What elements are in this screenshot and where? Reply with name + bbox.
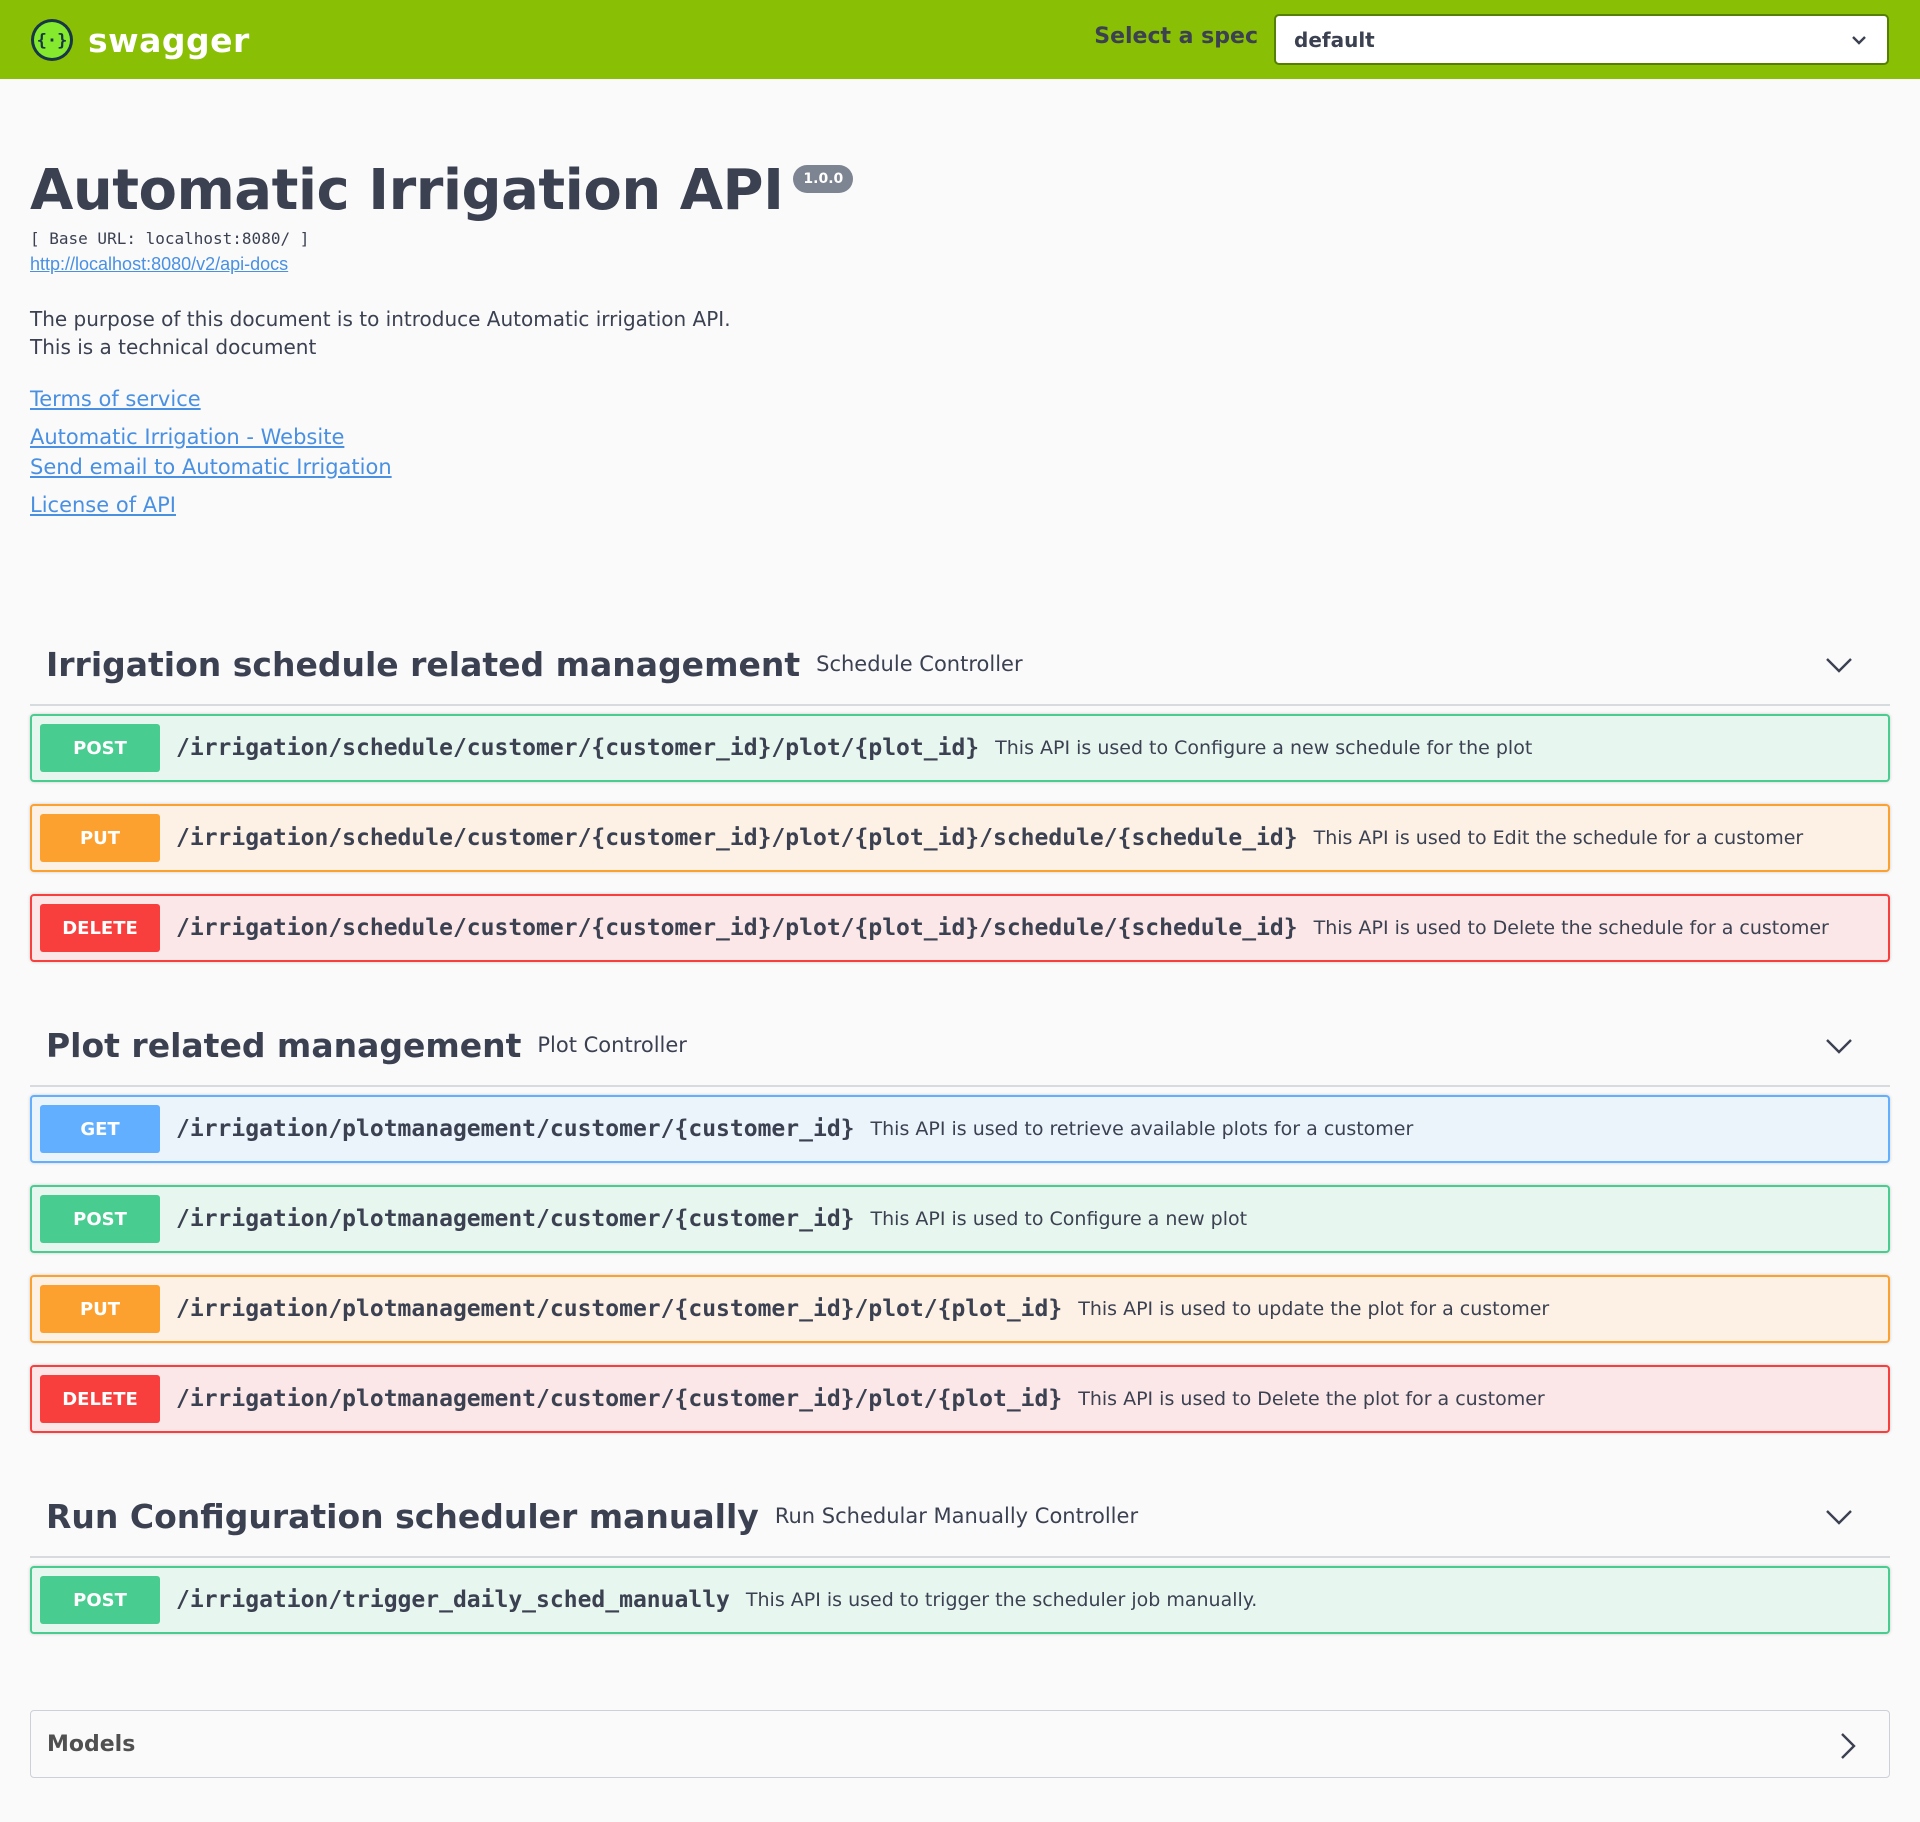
page-title: Automatic Irrigation API xyxy=(30,158,784,223)
operation-path: /irrigation/trigger_daily_sched_manually xyxy=(176,1587,730,1613)
operation-summary: This API is used to Delete the schedule … xyxy=(1313,917,1829,939)
operation-summary: This API is used to Configure a new sche… xyxy=(995,737,1533,759)
tag-header[interactable]: Run Configuration scheduler manually Run… xyxy=(30,1476,1890,1558)
method-badge: DELETE xyxy=(40,904,160,952)
brand-link[interactable]: {·} swagger xyxy=(30,18,250,62)
tag-section-schedule: Irrigation schedule related management S… xyxy=(30,624,1890,984)
info-links: Terms of service Automatic Irrigation - … xyxy=(30,387,1890,517)
tag-header[interactable]: Irrigation schedule related management S… xyxy=(30,624,1890,706)
method-badge: GET xyxy=(40,1105,160,1153)
method-badge: POST xyxy=(40,1195,160,1243)
operation-row[interactable]: PUT /irrigation/schedule/customer/{custo… xyxy=(30,804,1890,872)
spec-select-value: default xyxy=(1294,27,1375,52)
tag-description: Schedule Controller xyxy=(816,652,1023,676)
method-badge: POST xyxy=(40,1576,160,1624)
models-section[interactable]: Models xyxy=(30,1710,1890,1778)
operation-path: /irrigation/schedule/customer/{customer_… xyxy=(176,735,980,761)
brand-name: swagger xyxy=(88,20,250,60)
tag-title: Plot related management xyxy=(46,1025,522,1065)
description-line: The purpose of this document is to intro… xyxy=(30,307,731,331)
email-link[interactable]: Send email to Automatic Irrigation xyxy=(30,455,1890,479)
terms-of-service-link[interactable]: Terms of service xyxy=(30,387,1890,411)
title-row: Automatic Irrigation API 1.0.0 xyxy=(30,155,1890,227)
operation-row[interactable]: POST /irrigation/plotmanagement/customer… xyxy=(30,1185,1890,1253)
operation-summary: This API is used to retrieve available p… xyxy=(870,1118,1414,1140)
description-line: This is a technical document xyxy=(30,335,317,359)
chevron-down-icon[interactable] xyxy=(1824,1033,1854,1059)
operation-path: /irrigation/schedule/customer/{customer_… xyxy=(176,825,1298,851)
operations-list: POST /irrigation/schedule/customer/{cust… xyxy=(30,706,1890,962)
operation-summary: This API is used to trigger the schedule… xyxy=(745,1589,1258,1611)
operation-row[interactable]: DELETE /irrigation/schedule/customer/{cu… xyxy=(30,894,1890,962)
tag-title: Run Configuration scheduler manually xyxy=(46,1496,759,1536)
website-link[interactable]: Automatic Irrigation - Website xyxy=(30,425,1890,449)
models-title: Models xyxy=(47,1731,136,1757)
operation-path: /irrigation/plotmanagement/customer/{cus… xyxy=(176,1386,1063,1412)
operation-path: /irrigation/schedule/customer/{customer_… xyxy=(176,915,1298,941)
operation-summary: This API is used to update the plot for … xyxy=(1078,1298,1550,1320)
chevron-down-icon[interactable] xyxy=(1824,652,1854,678)
operation-row[interactable]: PUT /irrigation/plotmanagement/customer/… xyxy=(30,1275,1890,1343)
method-badge: PUT xyxy=(40,814,160,862)
tag-header[interactable]: Plot related management Plot Controller xyxy=(30,1005,1890,1087)
operation-summary: This API is used to Edit the schedule fo… xyxy=(1313,827,1804,849)
operation-path: /irrigation/plotmanagement/customer/{cus… xyxy=(176,1206,855,1232)
api-info: Automatic Irrigation API 1.0.0 [ Base UR… xyxy=(30,155,1890,517)
method-badge: POST xyxy=(40,724,160,772)
chevron-right-icon[interactable] xyxy=(1835,1731,1859,1761)
spec-select-label: Select a spec xyxy=(1094,24,1258,49)
tag-title: Irrigation schedule related management xyxy=(46,644,801,684)
operation-path: /irrigation/plotmanagement/customer/{cus… xyxy=(176,1296,1063,1322)
operations-list: GET /irrigation/plotmanagement/customer/… xyxy=(30,1087,1890,1433)
operation-summary: This API is used to Delete the plot for … xyxy=(1078,1388,1545,1410)
operation-row[interactable]: POST /irrigation/schedule/customer/{cust… xyxy=(30,714,1890,782)
api-description: The purpose of this document is to intro… xyxy=(30,305,1890,361)
method-badge: PUT xyxy=(40,1285,160,1333)
tag-description: Run Schedular Manually Controller xyxy=(774,1504,1139,1528)
api-docs-link[interactable]: http://localhost:8080/v2/api-docs xyxy=(30,254,288,275)
topbar: {·} swagger Select a spec default xyxy=(0,0,1920,79)
operation-row[interactable]: DELETE /irrigation/plotmanagement/custom… xyxy=(30,1365,1890,1433)
tag-section-scheduler: Run Configuration scheduler manually Run… xyxy=(30,1476,1890,1656)
tag-description: Plot Controller xyxy=(537,1033,687,1057)
spec-select[interactable]: default xyxy=(1274,14,1889,65)
svg-text:{·}: {·} xyxy=(37,31,68,51)
version-badge: 1.0.0 xyxy=(793,165,854,193)
license-link[interactable]: License of API xyxy=(30,493,1890,517)
operation-path: /irrigation/plotmanagement/customer/{cus… xyxy=(176,1116,855,1142)
operation-summary: This API is used to Configure a new plot xyxy=(870,1208,1248,1230)
base-url: [ Base URL: localhost:8080/ ] xyxy=(30,229,310,248)
operations-list: POST /irrigation/trigger_daily_sched_man… xyxy=(30,1558,1890,1634)
swagger-logo-icon: {·} xyxy=(31,19,73,61)
operation-row[interactable]: GET /irrigation/plotmanagement/customer/… xyxy=(30,1095,1890,1163)
tag-section-plot: Plot related management Plot Controller … xyxy=(30,1005,1890,1455)
chevron-down-icon[interactable] xyxy=(1824,1504,1854,1530)
method-badge: DELETE xyxy=(40,1375,160,1423)
operation-row[interactable]: POST /irrigation/trigger_daily_sched_man… xyxy=(30,1566,1890,1634)
chevron-down-icon xyxy=(1852,35,1866,45)
